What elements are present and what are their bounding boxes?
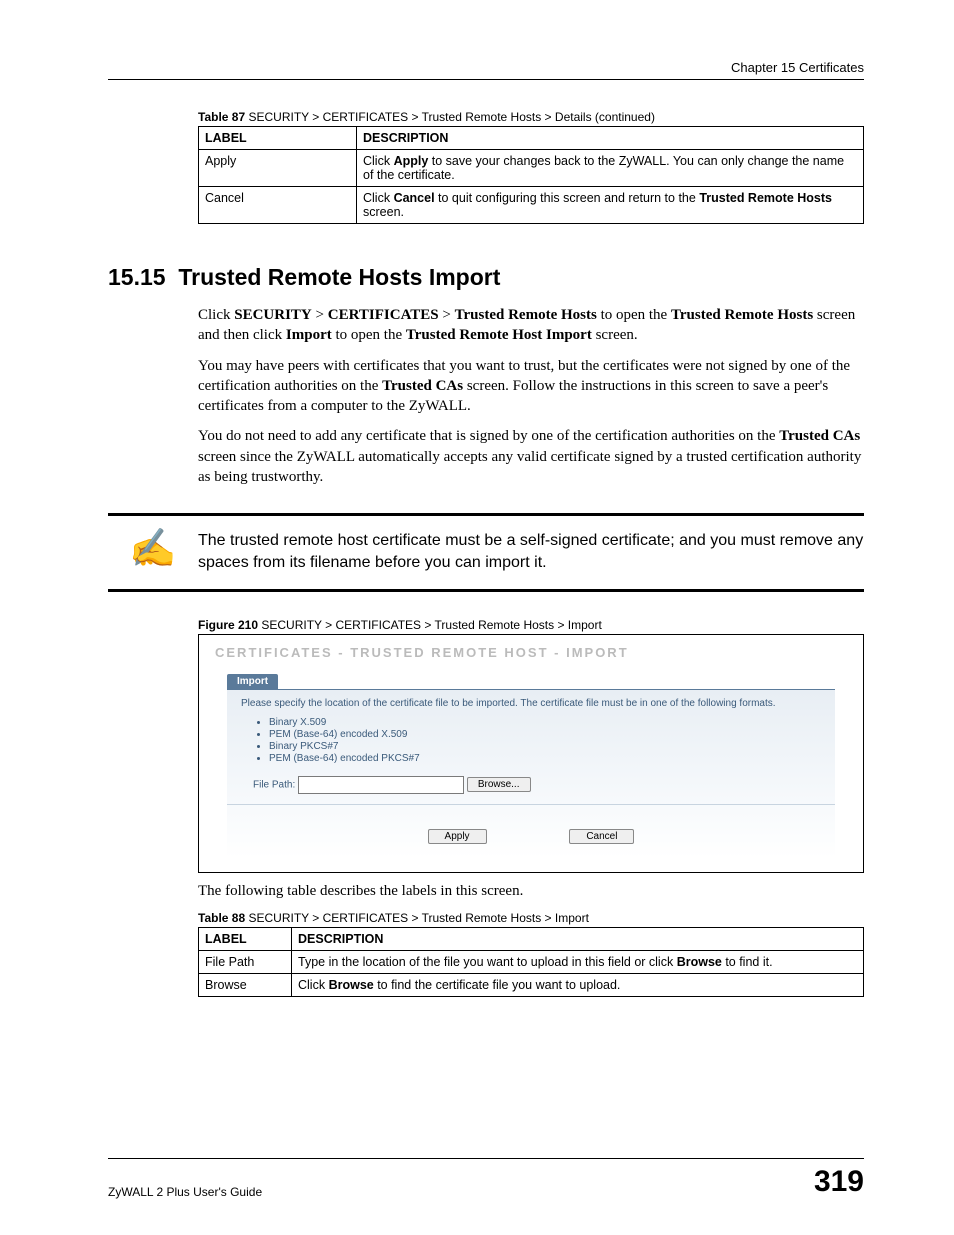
list-item: Binary PKCS#7	[269, 741, 821, 752]
table88-r0-label: File Path	[199, 951, 292, 974]
apply-button[interactable]: Apply	[428, 829, 487, 844]
table87-caption-rest: SECURITY > CERTIFICATES > Trusted Remote…	[245, 110, 655, 124]
table87-r0-desc: Click Apply to save your changes back to…	[357, 150, 864, 187]
section-heading: 15.15 Trusted Remote Hosts Import	[108, 264, 864, 291]
table88-caption: Table 88 SECURITY > CERTIFICATES > Trust…	[108, 911, 864, 925]
figure-caption-rest: SECURITY > CERTIFICATES > Trusted Remote…	[258, 618, 602, 632]
para2: You may have peers with certificates tha…	[198, 356, 864, 417]
table87-caption: Table 87 SECURITY > CERTIFICATES > Trust…	[108, 110, 864, 124]
table87-r0-label: Apply	[199, 150, 357, 187]
table-row: Apply Click Apply to save your changes b…	[199, 150, 864, 187]
figure-caption-bold: Figure 210	[198, 618, 258, 632]
list-item: Binary X.509	[269, 717, 821, 728]
table87-header-label: LABEL	[199, 127, 357, 150]
cancel-button[interactable]: Cancel	[569, 829, 634, 844]
file-path-input[interactable]	[298, 776, 464, 794]
note-text: The trusted remote host certificate must…	[198, 530, 864, 575]
table88-caption-bold: Table 88	[198, 911, 245, 925]
table87: LABEL DESCRIPTION Apply Click Apply to s…	[198, 126, 864, 224]
note-block: ✍ The trusted remote host certificate mu…	[108, 513, 864, 592]
file-path-label: File Path:	[253, 779, 295, 790]
footer-guide: ZyWALL 2 Plus User's Guide	[108, 1185, 262, 1199]
table88-header-desc: DESCRIPTION	[292, 928, 864, 951]
note-icon: ✍	[108, 530, 198, 568]
table88-r1-desc: Click Browse to find the certificate fil…	[292, 974, 864, 997]
browse-button[interactable]: Browse...	[467, 777, 531, 792]
table88: LABEL DESCRIPTION File Path Type in the …	[198, 927, 864, 997]
panel-divider	[227, 804, 835, 805]
table-row: File Path Type in the location of the fi…	[199, 951, 864, 974]
format-list: Binary X.509 PEM (Base-64) encoded X.509…	[269, 717, 821, 764]
import-instruction: Please specify the location of the certi…	[241, 698, 821, 709]
import-tab[interactable]: Import	[227, 674, 278, 689]
table87-r1-label: Cancel	[199, 187, 357, 224]
para3: You do not need to add any certificate t…	[198, 426, 864, 487]
page-footer: ZyWALL 2 Plus User's Guide 319	[108, 1158, 864, 1199]
table-row: Cancel Click Cancel to quit configuring …	[199, 187, 864, 224]
para4: The following table describes the labels…	[198, 881, 864, 901]
footer-page-number: 319	[814, 1165, 864, 1199]
screenshot-title: CERTIFICATES - TRUSTED REMOTE HOST - IMP…	[215, 645, 853, 660]
figure-caption: Figure 210 SECURITY > CERTIFICATES > Tru…	[198, 618, 864, 632]
chapter-label: Chapter 15 Certificates	[108, 60, 864, 75]
table88-header-label: LABEL	[199, 928, 292, 951]
header-rule	[108, 79, 864, 80]
table-row: Browse Click Browse to find the certific…	[199, 974, 864, 997]
list-item: PEM (Base-64) encoded PKCS#7	[269, 753, 821, 764]
para1: Click SECURITY > CERTIFICATES > Trusted …	[198, 305, 864, 346]
table87-caption-bold: Table 87	[198, 110, 245, 124]
list-item: PEM (Base-64) encoded X.509	[269, 729, 821, 740]
table87-r1-desc: Click Cancel to quit configuring this sc…	[357, 187, 864, 224]
table88-r0-desc: Type in the location of the file you wan…	[292, 951, 864, 974]
import-screenshot: CERTIFICATES - TRUSTED REMOTE HOST - IMP…	[198, 634, 864, 873]
table88-r1-label: Browse	[199, 974, 292, 997]
table88-caption-rest: SECURITY > CERTIFICATES > Trusted Remote…	[245, 911, 589, 925]
table87-header-desc: DESCRIPTION	[357, 127, 864, 150]
